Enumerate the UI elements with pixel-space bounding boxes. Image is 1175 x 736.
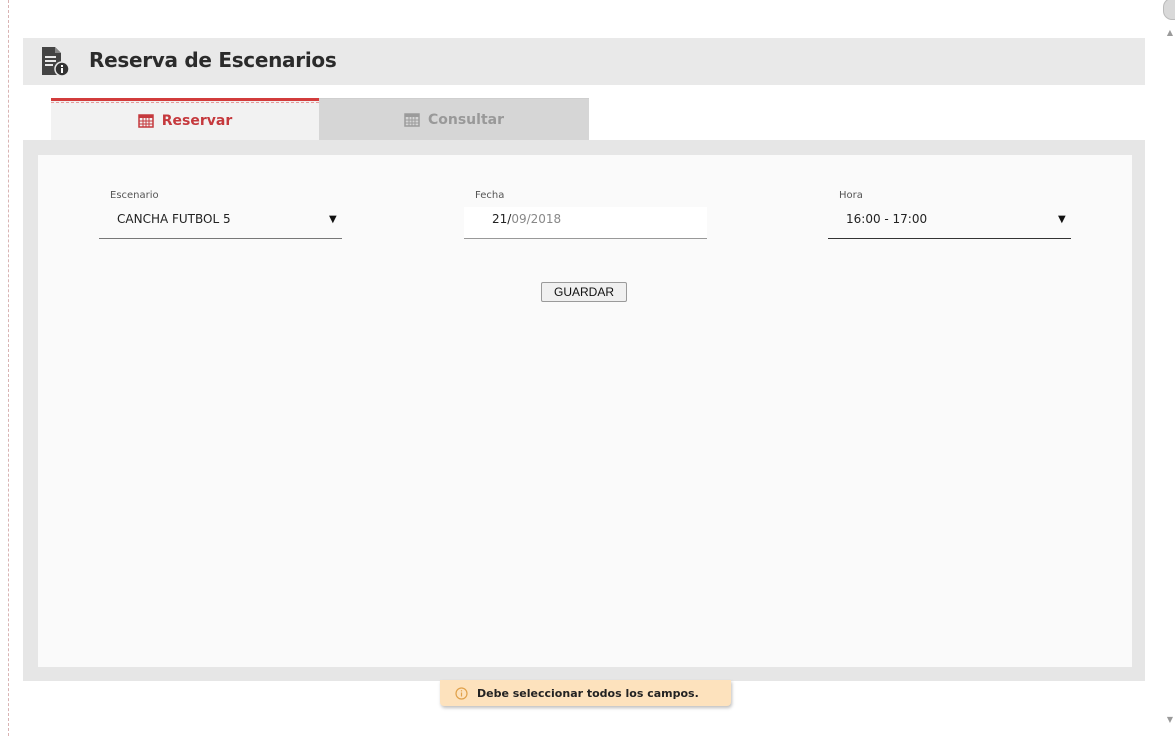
scrollbar[interactable]: ▲ ▼ — [1162, 0, 1175, 736]
page-title: Reserva de Escenarios — [89, 48, 337, 72]
hora-value: 16:00 - 17:00 — [846, 212, 928, 226]
document-info-icon — [42, 47, 70, 77]
toast-message: Debe seleccionar todos los campos. — [477, 686, 699, 700]
tab-consultar-label: Consultar — [427, 111, 504, 128]
escenario-value: CANCHA FUTBOL 5 — [117, 212, 231, 226]
info-circle-icon — [455, 686, 468, 700]
scroll-up-arrow-icon[interactable]: ▲ — [1167, 28, 1173, 37]
calendar-icon — [404, 113, 420, 127]
dropdown-arrow-icon: ▼ — [1058, 214, 1066, 225]
scroll-down-arrow-icon[interactable]: ▼ — [1167, 715, 1173, 724]
tab-reservar-label: Reservar — [161, 112, 233, 129]
guardar-button[interactable]: GUARDAR — [541, 282, 627, 302]
fecha-value: 21/09/2018 — [492, 212, 561, 226]
tab-reservar[interactable]: Reservar — [51, 98, 319, 140]
fecha-day: 21/ — [492, 212, 512, 226]
dropdown-arrow-icon: ▼ — [329, 214, 337, 225]
fecha-label: Fecha — [475, 190, 505, 201]
tab-consultar[interactable]: Consultar — [319, 98, 589, 140]
hora-label: Hora — [839, 190, 863, 201]
page-header: Reserva de Escenarios — [23, 38, 1145, 85]
calendar-icon — [138, 114, 154, 128]
fecha-underline — [464, 238, 707, 239]
scroll-thumb[interactable] — [1163, 0, 1175, 20]
fecha-month-year: 09/2018 — [511, 212, 562, 226]
fecha-field[interactable]: Fecha 21/09/2018 — [464, 190, 707, 242]
validation-toast: Debe seleccionar todos los campos. — [440, 680, 731, 706]
hora-underline — [828, 238, 1071, 239]
hora-select[interactable]: Hora 16:00 - 17:00 ▼ — [828, 190, 1071, 242]
escenario-underline — [99, 238, 342, 239]
left-border-line — [8, 0, 9, 736]
escenario-label: Escenario — [110, 190, 159, 201]
escenario-select[interactable]: Escenario CANCHA FUTBOL 5 ▼ — [99, 190, 342, 242]
